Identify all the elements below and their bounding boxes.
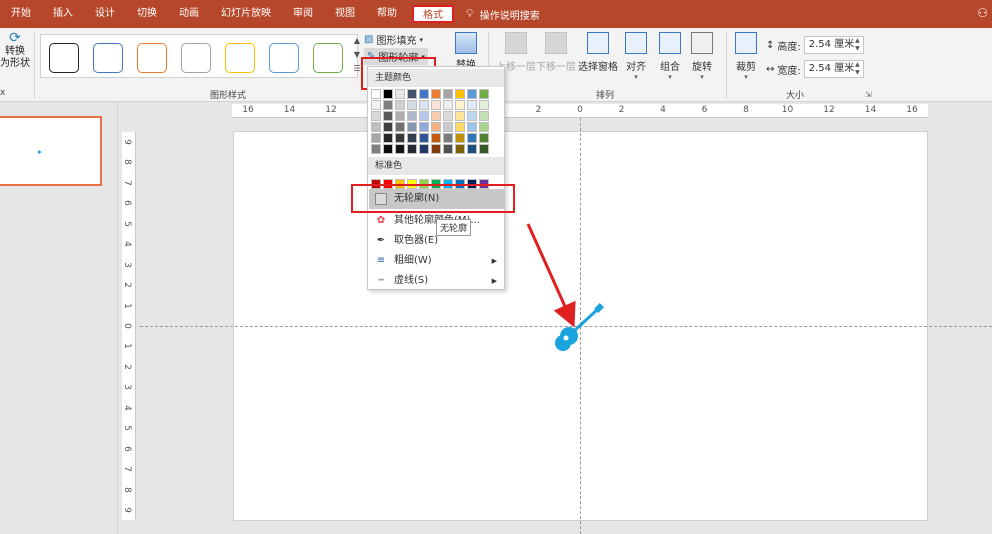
- line-weight-icon: ≡: [376, 255, 386, 266]
- color-swatch[interactable]: [395, 89, 405, 99]
- color-swatch[interactable]: [371, 100, 381, 110]
- color-swatch[interactable]: [371, 89, 381, 99]
- color-swatch[interactable]: [407, 111, 417, 121]
- color-swatch[interactable]: [371, 111, 381, 121]
- color-swatch[interactable]: [395, 144, 405, 154]
- theme-shade-row: [371, 133, 489, 143]
- weight-item[interactable]: ≡ 粗细(W) ▶: [369, 251, 505, 271]
- theme-color-row: [371, 89, 489, 99]
- color-swatch[interactable]: [431, 89, 441, 99]
- no-outline-highlight-frame: [351, 184, 515, 213]
- color-swatch[interactable]: [419, 133, 429, 143]
- color-swatch[interactable]: [431, 133, 441, 143]
- color-swatch[interactable]: [419, 144, 429, 154]
- color-swatch[interactable]: [371, 144, 381, 154]
- color-swatch[interactable]: [455, 144, 465, 154]
- color-swatch[interactable]: [419, 122, 429, 132]
- dashes-item[interactable]: ┅ 虚线(S) ▶: [369, 271, 505, 291]
- theme-shade-row: [371, 100, 489, 110]
- color-swatch[interactable]: [383, 122, 393, 132]
- color-swatch[interactable]: [455, 133, 465, 143]
- color-swatch[interactable]: [395, 100, 405, 110]
- color-swatch[interactable]: [479, 122, 489, 132]
- color-swatch[interactable]: [407, 133, 417, 143]
- color-swatch[interactable]: [431, 111, 441, 121]
- theme-colors-header: 主题颜色: [368, 69, 504, 87]
- color-swatch[interactable]: [443, 133, 453, 143]
- color-swatch[interactable]: [455, 100, 465, 110]
- color-swatch[interactable]: [455, 122, 465, 132]
- color-swatch[interactable]: [479, 133, 489, 143]
- shape-outline-dropdown: 主题颜色 标准色 无轮廓(N) ✿ 其他轮廓颜色(M)... ✒ 取色器(E) …: [367, 66, 505, 290]
- color-swatch[interactable]: [479, 100, 489, 110]
- color-swatch[interactable]: [407, 89, 417, 99]
- color-swatch[interactable]: [479, 89, 489, 99]
- theme-color-grid: [371, 89, 489, 155]
- color-swatch[interactable]: [443, 89, 453, 99]
- color-swatch[interactable]: [479, 144, 489, 154]
- eyedropper-label: 取色器(E): [394, 235, 439, 246]
- submenu-arrow-icon: ▶: [491, 257, 497, 265]
- color-swatch[interactable]: [443, 122, 453, 132]
- theme-shade-row: [371, 111, 489, 121]
- eyedropper-icon: ✒: [376, 235, 386, 246]
- color-swatch[interactable]: [455, 89, 465, 99]
- standard-colors-header: 标准色: [368, 157, 504, 175]
- color-swatch[interactable]: [395, 111, 405, 121]
- no-outline-tooltip: 无轮廓: [436, 219, 472, 236]
- color-swatch[interactable]: [383, 100, 393, 110]
- color-swatch[interactable]: [395, 122, 405, 132]
- color-swatch[interactable]: [431, 100, 441, 110]
- color-swatch[interactable]: [443, 111, 453, 121]
- color-swatch[interactable]: [467, 89, 477, 99]
- color-swatch[interactable]: [431, 144, 441, 154]
- submenu-arrow-icon: ▶: [491, 277, 497, 285]
- theme-shade-row: [371, 122, 489, 132]
- color-swatch[interactable]: [419, 89, 429, 99]
- color-swatch[interactable]: [383, 111, 393, 121]
- color-swatch[interactable]: [467, 144, 477, 154]
- color-swatch[interactable]: [407, 144, 417, 154]
- color-swatch[interactable]: [467, 133, 477, 143]
- color-swatch[interactable]: [371, 122, 381, 132]
- color-swatch[interactable]: [371, 133, 381, 143]
- arrow-to-guitar: [526, 223, 576, 328]
- color-swatch[interactable]: [419, 100, 429, 110]
- theme-shade-row: [371, 144, 489, 154]
- color-swatch[interactable]: [467, 111, 477, 121]
- color-swatch[interactable]: [455, 111, 465, 121]
- dash-style-icon: ┅: [377, 275, 385, 286]
- color-swatch[interactable]: [467, 122, 477, 132]
- color-swatch[interactable]: [407, 100, 417, 110]
- color-swatch[interactable]: [467, 100, 477, 110]
- color-swatch[interactable]: [383, 133, 393, 143]
- color-swatch[interactable]: [419, 111, 429, 121]
- color-swatch[interactable]: [383, 89, 393, 99]
- color-swatch[interactable]: [443, 144, 453, 154]
- color-wheel-icon: ✿: [376, 215, 386, 226]
- color-swatch[interactable]: [479, 111, 489, 121]
- dashes-label: 虚线(S): [394, 275, 429, 286]
- color-swatch[interactable]: [443, 100, 453, 110]
- color-swatch[interactable]: [407, 122, 417, 132]
- color-swatch[interactable]: [431, 122, 441, 132]
- theme-shade-rows: [371, 100, 489, 154]
- color-swatch[interactable]: [383, 144, 393, 154]
- weight-label: 粗细(W): [394, 255, 432, 266]
- color-swatch[interactable]: [395, 133, 405, 143]
